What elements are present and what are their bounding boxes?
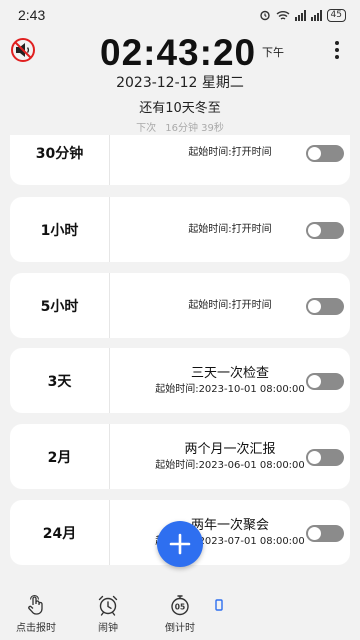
chime-interval: 1小时 <box>10 197 110 262</box>
chime-toggle[interactable] <box>306 221 344 239</box>
alarm-clock-icon <box>98 595 118 616</box>
chime-list[interactable]: 30分钟 起始时间:打开时间 1小时 起始时间:打开时间 5小时 起始时间:打开… <box>0 135 360 580</box>
chime-interval: 5小时 <box>10 273 110 338</box>
wifi-icon <box>276 10 290 20</box>
plus-icon <box>169 533 191 555</box>
next-label: 下次 <box>136 123 157 134</box>
tap-hand-icon <box>28 594 43 615</box>
digital-clock: 02:43:20 <box>100 32 257 73</box>
tab-tap-chime[interactable]: 点击报时 <box>0 585 72 640</box>
tab-countdown[interactable]: 05 倒计时 <box>144 585 216 640</box>
tab-alarm[interactable]: 闹钟 <box>72 585 144 640</box>
status-icons: 45 <box>259 8 346 22</box>
ampm-label: 下午 <box>262 46 284 59</box>
chime-start-time: 起始时间:打开时间 <box>188 299 272 311</box>
add-chime-button[interactable] <box>157 521 203 567</box>
chime-toggle[interactable] <box>306 448 344 466</box>
chime-card[interactable]: 2月 两个月一次汇报 起始时间:2023-06-01 08:00:00 <box>10 424 350 489</box>
more-menu-icon[interactable] <box>330 39 344 61</box>
tab-label: 倒计时 <box>165 623 195 634</box>
chime-interval: 3天 <box>10 348 110 413</box>
chime-interval: 24月 <box>10 500 110 565</box>
chime-start-time: 起始时间:2023-06-01 08:00:00 <box>155 459 305 471</box>
chime-start-time: 起始时间:打开时间 <box>188 223 272 235</box>
chime-toggle[interactable] <box>306 372 344 390</box>
tab-label: 点击报时 <box>16 623 56 634</box>
countdown-timer-icon: 05 <box>171 595 189 616</box>
next-time: 16分钟 39秒 <box>165 123 224 134</box>
solar-term-countdown: 还有10天冬至 <box>139 101 221 116</box>
partial-tab-icon <box>215 599 223 611</box>
battery-indicator: 45 <box>326 8 346 22</box>
chime-interval: 30分钟 <box>10 135 110 185</box>
next-chime: 下次 16分钟 39秒 <box>0 119 360 134</box>
alarm-status-icon <box>259 10 270 21</box>
chime-title: 两年一次聚会 <box>190 517 269 533</box>
status-bar: 2:43 45 <box>0 0 360 30</box>
chime-toggle[interactable] <box>306 144 344 162</box>
signal-icon <box>294 9 306 21</box>
chime-card[interactable]: 30分钟 起始时间:打开时间 <box>10 135 350 185</box>
bottom-tab-bar: 点击报时 闹钟 05 倒计时 <box>0 585 360 640</box>
chime-card[interactable]: 3天 三天一次检查 起始时间:2023-10-01 08:00:00 <box>10 348 350 413</box>
chime-card[interactable]: 5小时 起始时间:打开时间 <box>10 273 350 338</box>
chime-start-time: 起始时间:打开时间 <box>188 146 272 158</box>
chime-card[interactable]: 1小时 起始时间:打开时间 <box>10 197 350 262</box>
date-label: 2023-12-12 星期二 <box>116 75 244 91</box>
status-time: 2:43 <box>18 7 46 23</box>
chime-interval: 2月 <box>10 424 110 489</box>
chime-title: 两个月一次汇报 <box>184 441 276 457</box>
mute-speaker-icon[interactable] <box>10 37 36 63</box>
svg-text:05: 05 <box>175 603 185 612</box>
tab-partial[interactable] <box>215 585 288 640</box>
chime-start-time: 起始时间:2023-10-01 08:00:00 <box>155 383 305 395</box>
chime-title: 三天一次检查 <box>190 365 269 381</box>
signal-icon-2 <box>310 9 322 21</box>
tab-label: 闹钟 <box>98 623 118 634</box>
chime-toggle[interactable] <box>306 524 344 542</box>
chime-toggle[interactable] <box>306 297 344 315</box>
